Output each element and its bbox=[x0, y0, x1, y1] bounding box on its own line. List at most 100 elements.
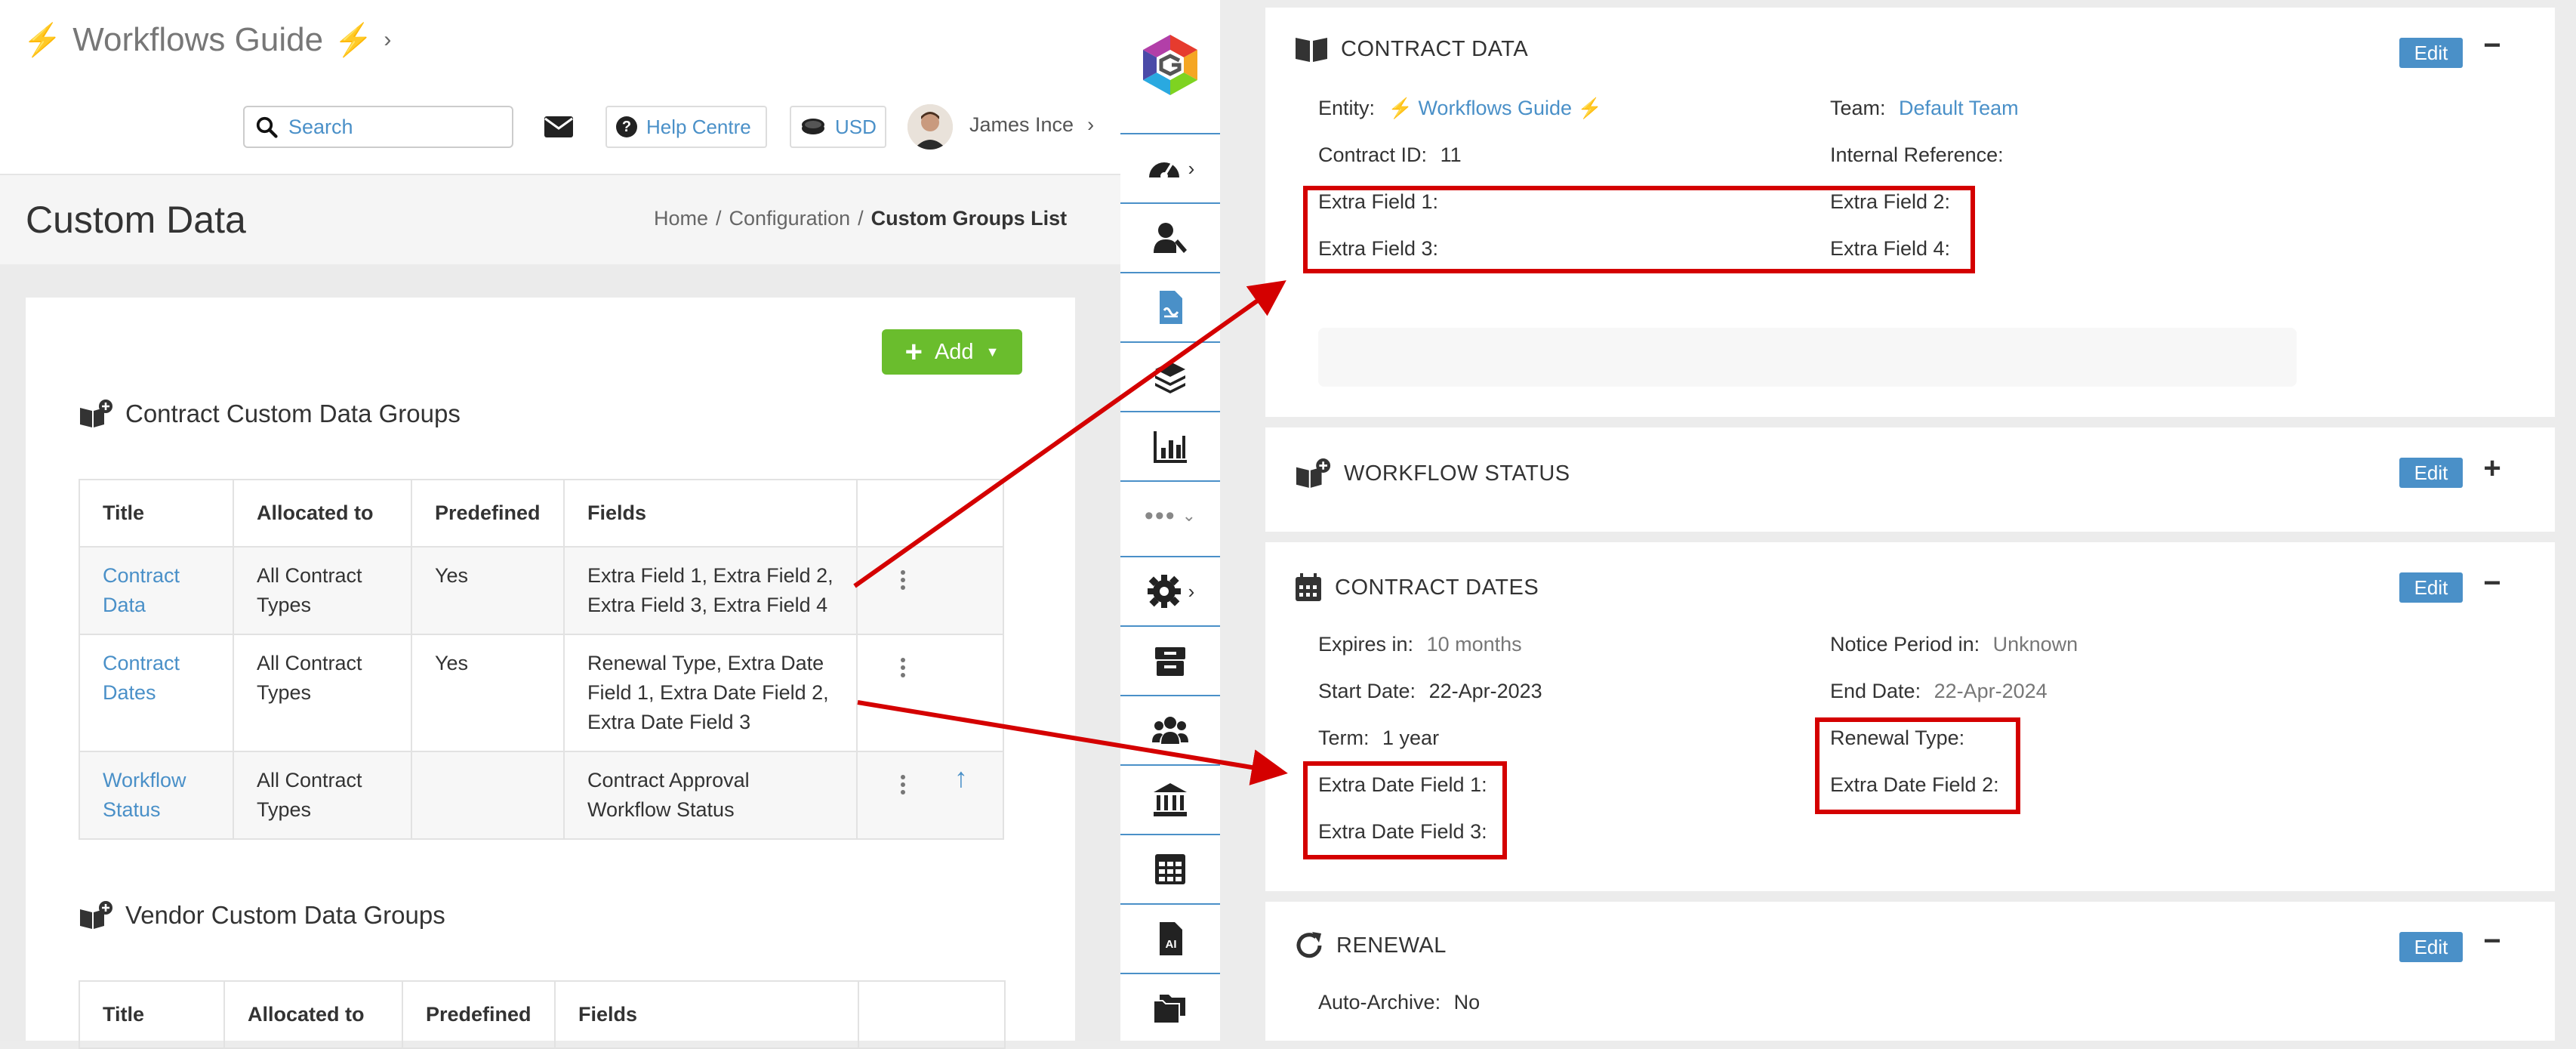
breadcrumb-separator: / bbox=[858, 207, 864, 230]
table-row: Contract Dates All Contract Types Yes Re… bbox=[79, 634, 1004, 752]
row-predefined: Yes bbox=[411, 634, 565, 752]
add-data-group-icon bbox=[1296, 458, 1331, 488]
kebab-menu-icon[interactable] bbox=[895, 649, 911, 677]
collapse-icon[interactable]: − bbox=[2481, 924, 2504, 958]
contract-document-icon bbox=[1160, 291, 1182, 324]
expand-icon[interactable]: + bbox=[2481, 452, 2504, 486]
end-date-field: End Date: 22-Apr-2024 bbox=[1830, 680, 2048, 703]
workflow-status-header: WORKFLOW STATUS bbox=[1294, 458, 1570, 489]
highlight-box bbox=[1815, 717, 2020, 814]
nav-dashboard[interactable]: › bbox=[1120, 133, 1220, 202]
edit-button[interactable]: Edit bbox=[2399, 932, 2463, 962]
col-allocated: Allocated to bbox=[223, 980, 403, 1049]
row-actions: ↑ bbox=[856, 751, 1004, 840]
col-actions bbox=[856, 479, 1004, 548]
bank-icon bbox=[1154, 783, 1187, 816]
field-value: 10 months bbox=[1426, 633, 1522, 656]
coins-icon bbox=[802, 119, 824, 134]
empty-placeholder-bar bbox=[1318, 328, 2297, 387]
nav-table[interactable] bbox=[1120, 834, 1220, 903]
contract-data-header: CONTRACT DATA bbox=[1294, 35, 1528, 63]
team-link[interactable]: Default Team bbox=[1899, 97, 2019, 119]
currency-label: USD bbox=[835, 115, 877, 138]
col-allocated: Allocated to bbox=[233, 479, 412, 548]
nav-reports[interactable] bbox=[1120, 411, 1220, 480]
edit-button[interactable]: Edit bbox=[2399, 38, 2463, 68]
row-actions bbox=[856, 634, 1004, 752]
avatar[interactable] bbox=[907, 104, 953, 150]
row-allocated: All Contract Types bbox=[233, 751, 412, 840]
search-box bbox=[243, 106, 513, 148]
table-header-row: Title Allocated to Predefined Fields bbox=[79, 479, 1004, 548]
collapse-icon[interactable]: − bbox=[2481, 566, 2504, 600]
settings-gear-icon bbox=[1147, 575, 1181, 608]
breadcrumb: Home / Configuration / Custom Groups List bbox=[654, 207, 1067, 230]
breadcrumb-home[interactable]: Home bbox=[654, 207, 708, 230]
add-data-group-icon bbox=[80, 901, 112, 929]
table-row: Workflow Status All Contract Types Contr… bbox=[79, 751, 1004, 840]
nav-user-settings[interactable] bbox=[1120, 202, 1220, 272]
expires-field: Expires in: 10 months bbox=[1318, 633, 1522, 656]
field-label: Team: bbox=[1830, 97, 1886, 119]
contract-dates-link[interactable]: Contract Dates bbox=[103, 652, 180, 704]
org-name: Workflows Guide bbox=[72, 21, 324, 58]
vendor-groups-table: Title Allocated to Predefined Fields bbox=[79, 980, 1006, 1049]
row-predefined: Yes bbox=[411, 546, 565, 635]
row-fields: Extra Field 1, Extra Field 2, Extra Fiel… bbox=[563, 546, 858, 635]
contract-data-title: CONTRACT DATA bbox=[1341, 36, 1529, 61]
move-up-arrow-icon[interactable]: ↑ bbox=[954, 763, 968, 792]
kebab-menu-icon[interactable] bbox=[895, 561, 911, 590]
help-centre-button[interactable]: ? Help Centre bbox=[605, 106, 767, 148]
logo-icon[interactable] bbox=[1137, 32, 1203, 98]
contract-groups-title: Contract Custom Data Groups bbox=[125, 400, 461, 427]
calendar-icon bbox=[1296, 573, 1321, 601]
add-button[interactable]: + Add ▼ bbox=[882, 329, 1022, 375]
lightning-icon: ⚡ bbox=[334, 21, 374, 57]
currency-button[interactable]: USD bbox=[790, 106, 886, 148]
nav-folders[interactable] bbox=[1120, 973, 1220, 1042]
entity-name: Workflows Guide bbox=[1418, 97, 1573, 119]
lightning-icon: ⚡ bbox=[23, 21, 63, 57]
nav-bank[interactable] bbox=[1120, 764, 1220, 834]
edit-button[interactable]: Edit bbox=[2399, 572, 2463, 603]
field-label: Notice Period in: bbox=[1830, 633, 1980, 656]
edit-button[interactable]: Edit bbox=[2399, 458, 2463, 488]
nav-more[interactable]: ••• ⌄ bbox=[1120, 480, 1220, 550]
nav-contracts[interactable] bbox=[1120, 272, 1220, 341]
book-icon bbox=[1296, 38, 1327, 62]
breadcrumb-configuration[interactable]: Configuration bbox=[729, 207, 851, 230]
entity-link[interactable]: ⚡ Workflows Guide ⚡ bbox=[1388, 97, 1602, 119]
search-input[interactable] bbox=[287, 114, 494, 140]
nav-users[interactable] bbox=[1120, 695, 1220, 764]
renewal-title: RENEWAL bbox=[1336, 933, 1447, 958]
org-switcher[interactable]: ⚡ Workflows Guide ⚡ › bbox=[23, 15, 391, 65]
lightning-icon: ⚡ bbox=[1388, 97, 1413, 119]
kebab-menu-icon[interactable] bbox=[895, 766, 911, 794]
contract-dates-panel: CONTRACT DATES Edit − Expires in: 10 mon… bbox=[1265, 542, 2555, 891]
question-icon: ? bbox=[616, 116, 637, 137]
contract-data-panel: CONTRACT DATA Edit − Entity: ⚡ Workflows… bbox=[1265, 8, 2555, 417]
nav-settings[interactable]: › bbox=[1120, 556, 1220, 625]
contract-dates-title: CONTRACT DATES bbox=[1335, 575, 1539, 600]
reports-chart-icon bbox=[1154, 431, 1187, 463]
col-actions bbox=[858, 980, 1006, 1049]
row-title-cell: Workflow Status bbox=[79, 751, 234, 840]
nav-ai[interactable]: AI bbox=[1120, 903, 1220, 973]
nav-layers[interactable] bbox=[1120, 341, 1220, 411]
plus-icon: + bbox=[904, 335, 923, 369]
user-menu[interactable]: James Ince › bbox=[969, 113, 1094, 137]
workflow-status-link[interactable]: Workflow Status bbox=[103, 769, 186, 821]
collapse-icon[interactable]: − bbox=[2481, 29, 2504, 63]
table-row: Contract Data All Contract Types Yes Ext… bbox=[79, 546, 1004, 635]
mail-icon[interactable] bbox=[542, 112, 575, 142]
nav-archive[interactable] bbox=[1120, 625, 1220, 695]
folders-icon bbox=[1153, 995, 1185, 1024]
table-header-row: Title Allocated to Predefined Fields bbox=[79, 980, 1006, 1049]
col-title: Title bbox=[79, 980, 225, 1049]
row-allocated: All Contract Types bbox=[233, 546, 412, 635]
highlight-box bbox=[1303, 761, 1507, 859]
contract-data-link[interactable]: Contract Data bbox=[103, 564, 180, 616]
workflow-status-title: WORKFLOW STATUS bbox=[1344, 461, 1570, 486]
col-fields: Fields bbox=[554, 980, 859, 1049]
field-value: 1 year bbox=[1382, 727, 1440, 749]
